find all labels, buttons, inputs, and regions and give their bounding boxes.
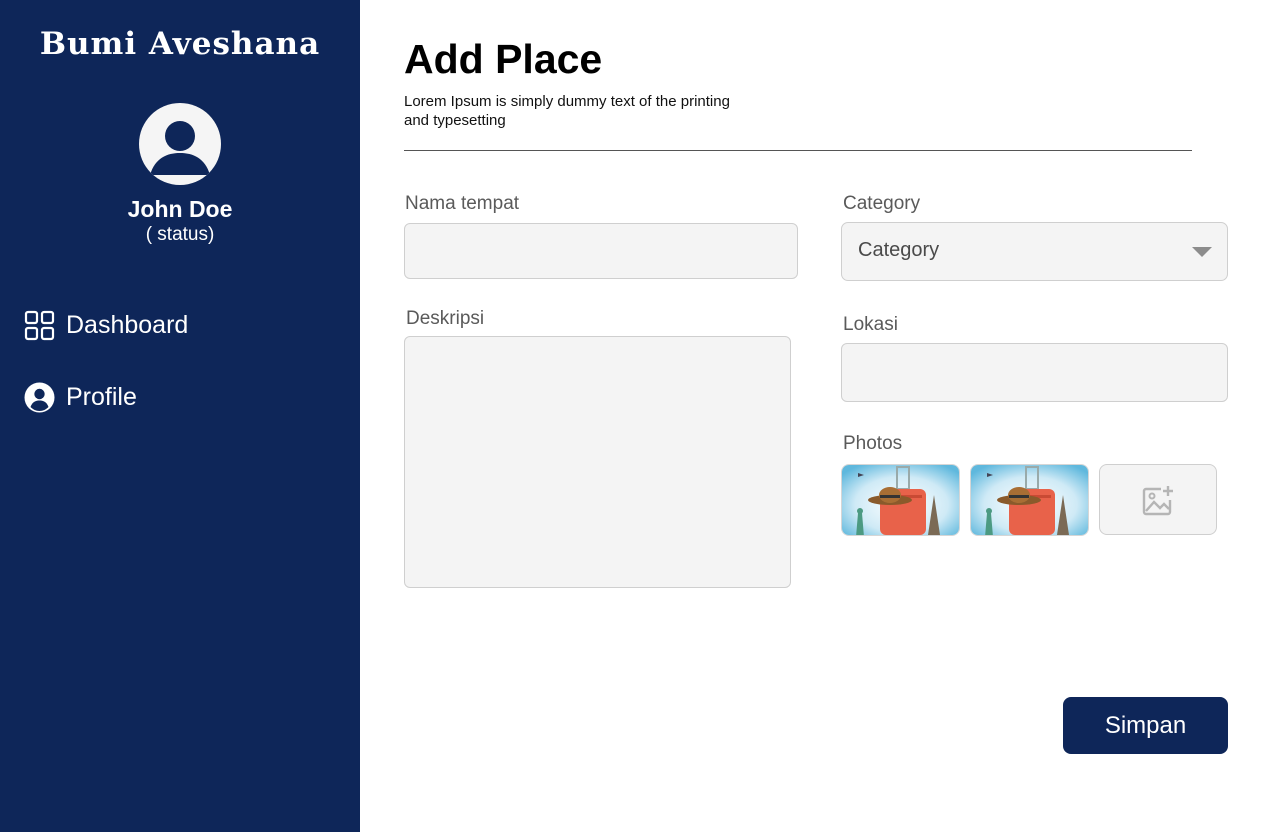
nama-tempat-label: Nama tempat	[405, 193, 520, 214]
save-button[interactable]: Simpan	[1063, 697, 1228, 754]
user-name: John Doe	[127, 196, 233, 222]
photos-label: Photos	[843, 433, 903, 454]
photo-thumbnail[interactable]	[970, 464, 1089, 536]
grid-icon	[24, 310, 55, 341]
sidebar-item-profile[interactable]: Profile	[24, 382, 137, 413]
nama-tempat-input[interactable]	[404, 223, 798, 279]
lokasi-label: Lokasi	[843, 314, 898, 335]
photo-thumbnail[interactable]	[841, 464, 960, 536]
page-subtitle: Lorem Ipsum is simply dummy text of the …	[404, 93, 730, 129]
main-content: Add Place Lorem Ipsum is simply dummy te…	[360, 0, 1280, 832]
sidebar-item-dashboard[interactable]: Dashboard	[24, 310, 188, 341]
add-image-icon	[1142, 486, 1173, 516]
avatar	[139, 103, 221, 185]
sidebar-item-label: Profile	[66, 383, 137, 411]
user-avatar-icon	[150, 121, 210, 175]
page-title: Add Place	[404, 36, 603, 82]
user-status: ( status)	[145, 224, 215, 245]
category-select[interactable]: Category	[841, 222, 1228, 281]
travel-photo-image	[971, 465, 1088, 535]
brand-logo: Bumi Aveshana	[39, 26, 321, 62]
sidebar: Bumi Aveshana John Doe ( status) Dashboa…	[0, 0, 360, 832]
add-photo-button[interactable]	[1099, 464, 1217, 535]
category-selected-value: Category	[858, 239, 940, 261]
travel-photo-image	[842, 465, 959, 535]
deskripsi-label: Deskripsi	[406, 308, 485, 329]
sidebar-item-label: Dashboard	[66, 311, 189, 339]
deskripsi-textarea[interactable]	[404, 336, 791, 588]
divider	[404, 150, 1192, 151]
user-circle-icon	[24, 382, 55, 413]
lokasi-input[interactable]	[841, 343, 1228, 402]
category-label: Category	[843, 193, 921, 214]
caret-down-icon	[1192, 247, 1212, 257]
